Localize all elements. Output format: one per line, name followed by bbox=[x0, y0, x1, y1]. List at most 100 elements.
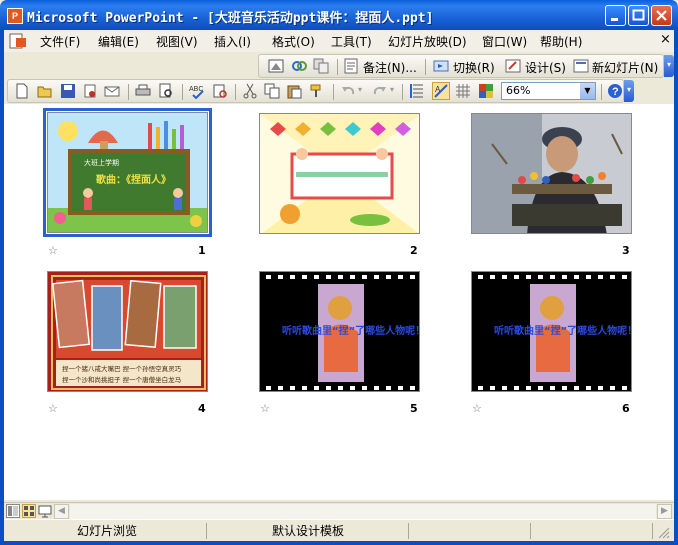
slide-sorter-view-icon[interactable] bbox=[22, 504, 36, 518]
powerpoint-app-icon[interactable]: P bbox=[7, 8, 23, 24]
slide-5-animation-icon[interactable]: ☆ bbox=[260, 402, 270, 415]
new-document-icon[interactable] bbox=[14, 83, 30, 99]
design-icon[interactable] bbox=[505, 58, 521, 74]
slide4-caption-line2: 捏一个沙和尚挑担子 捏一个唐僧坐白龙马 bbox=[62, 375, 181, 384]
menu-insert[interactable]: 插入(I) bbox=[214, 33, 251, 50]
minimize-icon bbox=[611, 18, 618, 21]
new-slide-button[interactable]: 新幻灯片(N) bbox=[592, 59, 658, 76]
close-document-button[interactable]: × bbox=[660, 32, 671, 47]
toolbar-separator bbox=[235, 84, 236, 100]
color-grayscale-icon[interactable] bbox=[478, 83, 494, 99]
status-design-template: 默认设计模板 bbox=[208, 523, 409, 539]
copy-icon[interactable] bbox=[264, 83, 280, 99]
slide-thumbnail-3[interactable] bbox=[471, 113, 632, 234]
document-icon[interactable] bbox=[8, 32, 28, 50]
email-icon[interactable] bbox=[104, 83, 120, 99]
open-folder-icon[interactable] bbox=[37, 83, 53, 99]
menu-help[interactable]: 帮助(H) bbox=[540, 33, 582, 50]
print-preview-icon[interactable] bbox=[158, 83, 174, 99]
slide-1-number: 1 bbox=[198, 244, 206, 257]
toolbar-separator bbox=[128, 84, 129, 100]
undo-dropdown-icon[interactable]: ▾ bbox=[358, 85, 362, 94]
notes-icon[interactable] bbox=[343, 58, 359, 74]
svg-text:A: A bbox=[435, 85, 441, 94]
menu-bar: 文件(F) 编辑(E) 视图(V) 插入(I) 格式(O) 工具(T) 幻灯片放… bbox=[4, 30, 674, 52]
horizontal-scrollbar-track[interactable] bbox=[70, 504, 656, 519]
menu-tools[interactable]: 工具(T) bbox=[331, 33, 372, 50]
status-view-name: 幻灯片浏览 bbox=[8, 523, 207, 539]
close-icon bbox=[656, 10, 667, 21]
slide-thumbnail-1[interactable]: 大班上学期 歌曲：《捏面人》 bbox=[43, 108, 212, 237]
show-formatting-icon[interactable]: A bbox=[432, 82, 450, 100]
window-title: Microsoft PowerPoint - [大班音乐活动ppt课件：捏面人.… bbox=[27, 11, 434, 26]
slide-3-number: 3 bbox=[622, 244, 630, 257]
slide6-text: 听听歌曲里“捏”了哪些人物呢！ bbox=[494, 324, 632, 337]
window-frame-bottom bbox=[0, 541, 678, 545]
zoom-value: 66% bbox=[506, 84, 531, 97]
slideshow-view-icon[interactable] bbox=[38, 504, 52, 518]
transition-button[interactable]: 切换(R) bbox=[453, 59, 495, 76]
slide1-title-line1: 大班上学期 bbox=[84, 158, 119, 167]
print-icon[interactable] bbox=[135, 83, 151, 99]
paste-icon[interactable] bbox=[286, 83, 302, 99]
slide-thumbnail-6[interactable]: 听听歌曲里“捏”了哪些人物呢！ bbox=[471, 271, 632, 392]
task-toolbar: 备注(N)... 切换(R) 设计(S) 新幻灯片(N) bbox=[258, 54, 664, 78]
zoom-select[interactable]: 66% ▼ bbox=[501, 82, 596, 100]
toolbar-options-chevron-icon[interactable]: ▾ bbox=[664, 55, 674, 77]
slide-6-animation-icon[interactable]: ☆ bbox=[472, 402, 482, 415]
scroll-right-arrow-icon[interactable]: ▶ bbox=[657, 504, 672, 519]
zoom-dropdown-arrow-icon[interactable]: ▼ bbox=[580, 83, 595, 99]
svg-text:?: ? bbox=[612, 86, 619, 98]
redo-dropdown-icon[interactable]: ▾ bbox=[390, 85, 394, 94]
outline-icon[interactable] bbox=[268, 58, 284, 74]
resize-grip-icon[interactable] bbox=[656, 525, 670, 539]
menu-view[interactable]: 视图(V) bbox=[156, 33, 198, 50]
expand-all-icon[interactable] bbox=[410, 83, 426, 99]
menu-slideshow[interactable]: 幻灯片放映(D) bbox=[388, 33, 467, 50]
format-painter-icon[interactable] bbox=[309, 83, 325, 99]
menu-file[interactable]: 文件(F) bbox=[40, 33, 80, 50]
hyperlink-icon[interactable] bbox=[291, 58, 307, 74]
maximize-button[interactable] bbox=[628, 5, 649, 26]
slide-6-number: 6 bbox=[622, 402, 630, 415]
grid-icon[interactable] bbox=[455, 83, 471, 99]
slide1-title-line2: 歌曲：《捏面人》 bbox=[96, 173, 171, 186]
toolbar-options-chevron-icon[interactable]: ▾ bbox=[624, 80, 634, 102]
spelling-icon[interactable]: ABC bbox=[189, 83, 205, 100]
transition-icon[interactable] bbox=[433, 58, 449, 74]
slide4-caption-line1: 捏一个猪八戒大嘴巴 捏一个孙悟空真灵巧 bbox=[62, 364, 182, 373]
normal-view-icon[interactable] bbox=[6, 504, 20, 518]
permission-icon[interactable] bbox=[82, 83, 98, 99]
duplicate-icon[interactable] bbox=[313, 58, 329, 74]
new-slide-icon[interactable] bbox=[573, 58, 589, 74]
slide5-text: 听听歌曲里“捏”了哪些人物呢！ bbox=[282, 324, 420, 337]
undo-icon[interactable] bbox=[340, 83, 356, 99]
slide-1-animation-icon[interactable]: ☆ bbox=[48, 244, 58, 257]
toolbar-separator bbox=[425, 59, 426, 75]
toolbar-separator bbox=[601, 84, 602, 100]
redo-icon[interactable] bbox=[372, 83, 388, 99]
save-icon[interactable] bbox=[60, 83, 76, 99]
standard-toolbar: ABC ▾ ▾ A 66% ▼ ? bbox=[7, 79, 624, 103]
cut-icon[interactable] bbox=[242, 83, 258, 99]
notes-button[interactable]: 备注(N)... bbox=[363, 59, 417, 76]
research-icon[interactable] bbox=[212, 83, 228, 99]
toolbar-separator bbox=[402, 84, 403, 100]
close-window-button[interactable] bbox=[651, 5, 672, 26]
menu-format[interactable]: 格式(O) bbox=[272, 33, 315, 50]
status-empty-cell bbox=[532, 523, 653, 539]
design-button[interactable]: 设计(S) bbox=[525, 59, 566, 76]
slide-thumbnail-4[interactable]: 捏一个猪八戒大嘴巴 捏一个孙悟空真灵巧 捏一个沙和尚挑担子 捏一个唐僧坐白龙马 bbox=[47, 271, 208, 392]
scroll-left-arrow-icon[interactable]: ◀ bbox=[54, 504, 69, 519]
menu-window[interactable]: 窗口(W) bbox=[482, 33, 527, 50]
minimize-button[interactable] bbox=[605, 5, 626, 26]
maximize-icon bbox=[632, 9, 645, 21]
toolbar-separator bbox=[337, 59, 338, 75]
slide-thumbnail-2[interactable] bbox=[259, 113, 420, 234]
slide-4-animation-icon[interactable]: ☆ bbox=[48, 402, 58, 415]
view-and-scroll-bar: ◀ ▶ bbox=[4, 502, 674, 520]
slide-thumbnail-5[interactable]: 听听歌曲里“捏”了哪些人物呢！ bbox=[259, 271, 420, 392]
menu-edit[interactable]: 编辑(E) bbox=[98, 33, 139, 50]
help-icon[interactable]: ? bbox=[607, 83, 623, 99]
status-bar: 幻灯片浏览 默认设计模板 bbox=[4, 519, 674, 542]
